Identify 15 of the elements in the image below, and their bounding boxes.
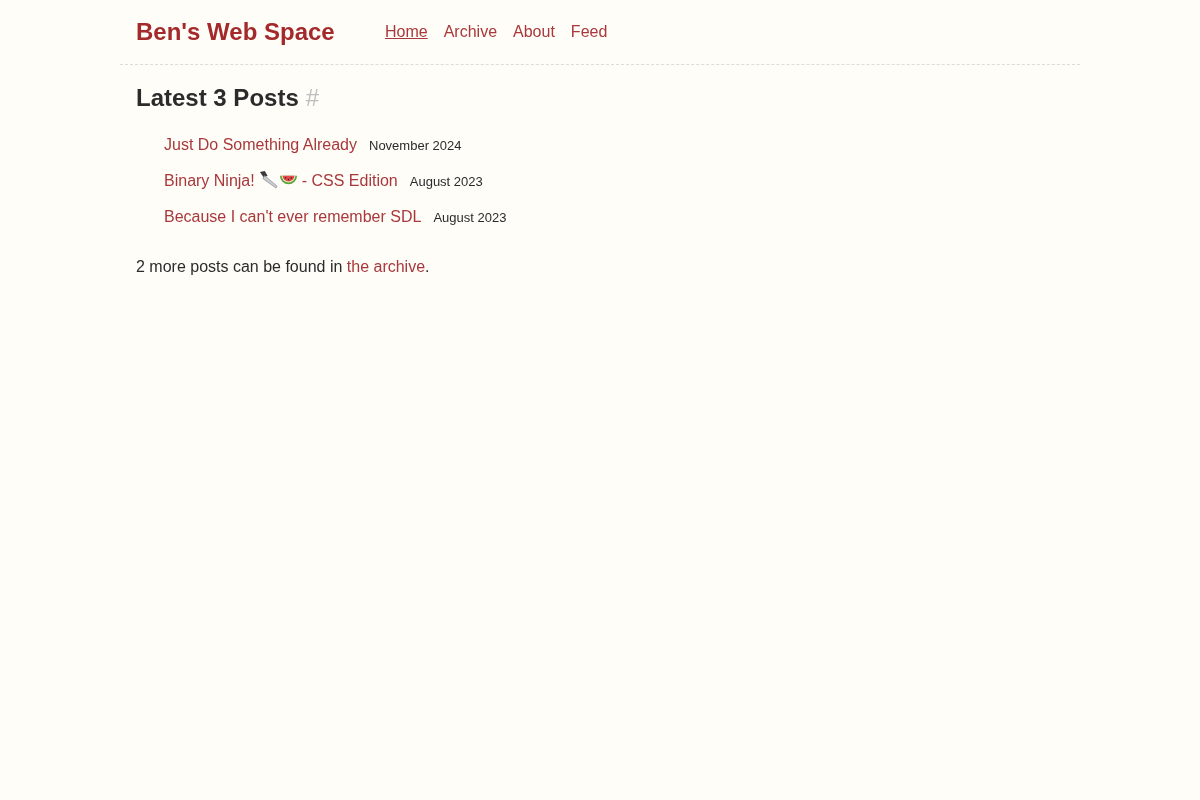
- post-link[interactable]: Just Do Something Already: [164, 127, 357, 163]
- more-posts-text: 2 more posts can be found in the archive.: [136, 257, 430, 277]
- nav-link[interactable]: Archive: [443, 23, 498, 41]
- section-heading: Latest 3 Posts: [136, 84, 299, 111]
- knife-icon: [258, 170, 278, 189]
- post-date: August 2023: [409, 173, 483, 191]
- nav-link[interactable]: Feed: [570, 23, 608, 41]
- nav-link[interactable]: About: [513, 23, 555, 41]
- site-title-link[interactable]: Ben's Web Space: [136, 18, 335, 45]
- post-link[interactable]: Binary Ninja! - CSS Edition: [164, 163, 398, 199]
- post-link[interactable]: Because I can't ever remember SDL: [164, 199, 422, 235]
- post-date: August 2023: [433, 209, 507, 227]
- archive-link[interactable]: the archive: [346, 258, 426, 275]
- post-date: November 2024: [369, 137, 462, 155]
- nav-link[interactable]: Home: [385, 23, 428, 41]
